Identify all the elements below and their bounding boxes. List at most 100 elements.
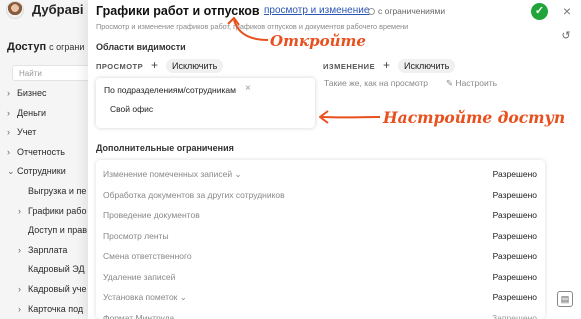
- sidebar-item[interactable]: › Зарплата: [18, 245, 67, 255]
- sidebar-item-label: Выгрузка и пе: [28, 186, 87, 196]
- restriction-name: Просмотр ленты: [103, 231, 169, 241]
- restriction-name-text: Изменение помеченных записей: [103, 169, 233, 179]
- scope-heading: Области видимости: [96, 42, 186, 52]
- restriction-value[interactable]: Разрешено: [493, 210, 537, 220]
- search-input[interactable]: Найти: [12, 65, 96, 81]
- restriction-name-text: Удаление записей: [103, 271, 176, 282]
- restriction-name-text: Формат Минтруда: [103, 312, 175, 319]
- history-icon: ↺: [561, 30, 571, 42]
- restriction-row[interactable]: Смена ответственного Разрешено: [96, 246, 545, 266]
- sidebar-item[interactable]: ⌄ Сотрудники: [7, 166, 66, 177]
- sidebar-item-label: Учет: [17, 127, 37, 138]
- sidebar-item-label: Зарплата: [28, 244, 68, 255]
- restriction-name-text: Смена ответственного: [103, 251, 192, 261]
- edit-exclude-button[interactable]: Исключить: [398, 59, 456, 73]
- restriction-row[interactable]: Удаление записей Разрешено: [96, 267, 545, 287]
- restriction-row[interactable]: Проведение документов Разрешено: [96, 205, 545, 225]
- scope-item-own-office[interactable]: Свой офис: [110, 104, 153, 114]
- sidebar-item-label: Кадровый ЭД: [28, 264, 85, 275]
- chevron-icon: ›: [7, 88, 10, 98]
- view-exclude-button[interactable]: Исключить: [166, 59, 224, 73]
- edit-configure-label: Настроить: [455, 78, 498, 88]
- section-subtitle: с ограни: [49, 42, 85, 52]
- remove-scope-icon[interactable]: ×: [245, 83, 251, 94]
- restriction-name: Обработка документов за других сотрудник…: [103, 190, 285, 200]
- sidebar-item-label: Сотрудники: [17, 166, 66, 177]
- sidebar-item-label: Кадровый уче: [28, 284, 87, 294]
- sidebar-item[interactable]: › Графики рабо: [18, 206, 86, 216]
- section-title-text: Доступ: [7, 41, 47, 53]
- restriction-value[interactable]: Разрешено: [493, 169, 537, 179]
- restriction-name-text: Установка пометок: [103, 292, 178, 302]
- chevron-icon: ›: [7, 107, 10, 118]
- restriction-row[interactable]: Установка пометок ⌄ Разрешено: [96, 287, 545, 307]
- sidebar-item[interactable]: Доступ и прав: [18, 225, 87, 235]
- edit-add-button[interactable]: +: [383, 58, 390, 72]
- restriction-name: Проведение документов: [103, 210, 200, 220]
- restriction-name-text: Обработка документов за других сотрудник…: [103, 189, 285, 200]
- restriction-value[interactable]: Разрешено: [493, 251, 537, 261]
- background-app: Дубраві Доступ с ограни Найти › Бизнес › Ден…: [0, 0, 100, 319]
- sidebar-item[interactable]: › Карточка под: [18, 304, 83, 314]
- edit-label: ИЗМЕНЕНИЕ: [323, 62, 376, 71]
- radio-icon[interactable]: [368, 8, 375, 15]
- panel-description: Просмотр и изменение графиков работ, гра…: [96, 22, 409, 31]
- restriction-name: Формат Минтруда: [103, 313, 174, 319]
- chevron-icon: ›: [18, 244, 21, 255]
- app-title: Дубраві: [32, 2, 84, 17]
- annotation-open: Откройте: [270, 32, 366, 50]
- sidebar-item[interactable]: › Учет: [7, 127, 36, 137]
- restriction-row[interactable]: Обработка документов за других сотрудник…: [96, 185, 545, 205]
- close-icon: ×: [562, 3, 572, 19]
- chevron-icon: ›: [7, 127, 10, 138]
- note-icon: ▤: [560, 294, 570, 304]
- chevron-down-icon[interactable]: ⌄: [177, 292, 187, 302]
- chevron-down-icon[interactable]: ⌄: [232, 169, 241, 179]
- restriction-value[interactable]: Запрещено: [492, 313, 537, 319]
- edit-same-as-view: Такие же, как на просмотр: [324, 78, 429, 88]
- view-scope-list: По подразделениям/сотрудникам × Свой офи…: [96, 78, 315, 128]
- restriction-row[interactable]: Просмотр ленты Разрешено: [96, 226, 545, 246]
- sidebar-item-label: Отчетность: [17, 146, 65, 157]
- chevron-icon: ›: [18, 303, 21, 314]
- section-title: Доступ с ограни: [7, 41, 84, 53]
- restriction-value[interactable]: Разрешено: [493, 272, 537, 282]
- edit-configure-button[interactable]: ✎ Настроить: [446, 78, 497, 89]
- restriction-row[interactable]: Изменение помеченных записей ⌄ Разрешено: [96, 164, 545, 184]
- sidebar-item[interactable]: › Отчетность: [7, 147, 65, 157]
- sidebar-item[interactable]: › Деньги: [7, 108, 46, 118]
- panel-title: Графики работ и отпусков: [96, 4, 260, 18]
- restriction-value[interactable]: Разрешено: [493, 231, 537, 241]
- chevron-icon: ›: [7, 146, 10, 157]
- view-add-button[interactable]: +: [151, 58, 158, 72]
- check-icon: ✓: [534, 5, 545, 17]
- sidebar-item[interactable]: › Кадровый уче: [18, 284, 86, 294]
- restriction-value[interactable]: Разрешено: [493, 292, 537, 302]
- tab-view-and-edit[interactable]: просмотр и изменение: [264, 5, 369, 16]
- restriction-row[interactable]: Формат Минтруда Запрещено: [96, 308, 545, 319]
- restriction-name: Удаление записей: [103, 272, 175, 282]
- sidebar-item[interactable]: › Бизнес: [7, 88, 47, 98]
- extra-restrictions-heading: Дополнительные ограничения: [96, 143, 234, 153]
- history-button[interactable]: ↺: [558, 28, 574, 44]
- restriction-name: Установка пометок ⌄: [103, 292, 187, 303]
- restriction-value[interactable]: Разрешено: [493, 190, 537, 200]
- restriction-name: Изменение помеченных записей ⌄: [103, 169, 242, 180]
- sidebar-item[interactable]: Кадровый ЭД: [18, 264, 85, 274]
- chevron-icon: ›: [18, 205, 21, 216]
- note-button[interactable]: ▤: [557, 291, 573, 307]
- chevron-icon: ›: [18, 284, 21, 294]
- sidebar-item[interactable]: Выгрузка и пе: [18, 186, 86, 196]
- restriction-name-text: Проведение документов: [103, 210, 200, 220]
- scope-item-departments[interactable]: По подразделениям/сотрудникам: [104, 85, 236, 95]
- sidebar-item-label: Деньги: [17, 107, 47, 118]
- user-avatar[interactable]: [6, 1, 24, 19]
- chevron-icon: ⌄: [7, 166, 15, 177]
- sidebar-item-label: Карточка под: [28, 303, 84, 314]
- restriction-name: Смена ответственного: [103, 251, 192, 261]
- annotation-configure-access: Настройте доступ: [383, 108, 566, 127]
- restriction-name-text: Просмотр ленты: [103, 230, 169, 241]
- close-button[interactable]: ×: [560, 3, 574, 19]
- save-button[interactable]: ✓: [531, 3, 548, 20]
- restrictions-toggle[interactable]: с ограничениями: [368, 6, 445, 16]
